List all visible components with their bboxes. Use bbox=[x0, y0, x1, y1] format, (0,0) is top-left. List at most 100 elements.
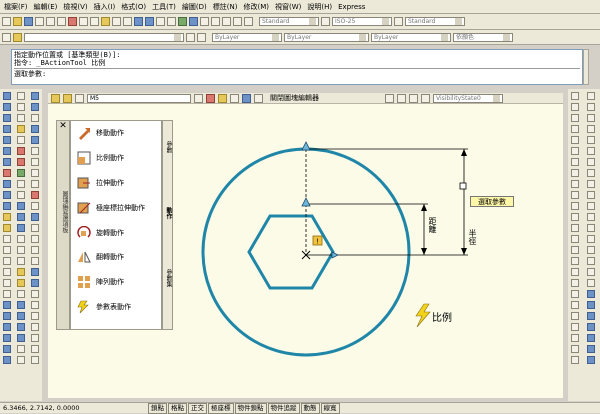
zoom-previous-icon[interactable] bbox=[167, 17, 176, 26]
parameter-grip[interactable] bbox=[301, 197, 311, 207]
extrude-icon[interactable] bbox=[17, 147, 25, 155]
palette-item-flip[interactable]: 翻轉動作 bbox=[71, 245, 161, 270]
torus-icon[interactable] bbox=[3, 356, 11, 364]
paste-icon[interactable] bbox=[90, 17, 99, 26]
sync-attributes-icon[interactable] bbox=[587, 147, 595, 155]
revcloud-icon[interactable] bbox=[3, 169, 11, 177]
view-iso-icon[interactable] bbox=[17, 334, 25, 342]
snap-none-icon[interactable] bbox=[571, 356, 579, 364]
pan-icon[interactable] bbox=[134, 17, 143, 26]
menu-file[interactable]: 檔案(F) bbox=[4, 2, 28, 12]
ordinate-dim-icon[interactable] bbox=[31, 114, 39, 122]
snap-center-icon[interactable] bbox=[571, 312, 579, 320]
mtext-icon[interactable] bbox=[3, 290, 11, 298]
section-icon[interactable] bbox=[17, 180, 25, 188]
block-name-field[interactable]: M5 bbox=[87, 93, 191, 103]
tab-parameters[interactable]: 參數 bbox=[164, 141, 173, 153]
stretch-icon[interactable] bbox=[571, 180, 579, 188]
arc-length-icon[interactable] bbox=[31, 268, 39, 276]
open-icon[interactable] bbox=[13, 17, 22, 26]
extend-icon[interactable] bbox=[571, 202, 579, 210]
sheet-set-icon[interactable] bbox=[211, 17, 220, 26]
snap-insertion-icon[interactable] bbox=[587, 180, 595, 188]
camera-icon[interactable] bbox=[31, 312, 39, 320]
temp-track-icon[interactable] bbox=[587, 235, 595, 243]
close-icon[interactable]: ✕ bbox=[57, 121, 69, 131]
layer-select[interactable] bbox=[24, 32, 184, 42]
setup-drawing-icon[interactable] bbox=[17, 202, 25, 210]
show-icon[interactable] bbox=[409, 93, 418, 103]
face-move-icon[interactable] bbox=[587, 312, 595, 320]
dim-style-select[interactable]: ISO-25 bbox=[332, 17, 392, 26]
wedge-icon[interactable] bbox=[3, 345, 11, 353]
menu-modify[interactable]: 修改(M) bbox=[243, 2, 269, 12]
edit-attribute-icon[interactable] bbox=[587, 136, 595, 144]
palette-item-polar-stretch[interactable]: 極座標拉伸動作 bbox=[71, 195, 161, 220]
linear-dim-icon[interactable] bbox=[31, 92, 39, 100]
region-icon[interactable] bbox=[3, 268, 11, 276]
solid-edit-icon[interactable] bbox=[587, 290, 595, 298]
rotate-icon[interactable] bbox=[571, 158, 579, 166]
authoring-palettes-icon[interactable] bbox=[194, 93, 203, 103]
parameter-grip[interactable] bbox=[301, 141, 311, 151]
circle-icon[interactable] bbox=[3, 158, 11, 166]
update-icon[interactable] bbox=[242, 93, 251, 103]
chamfer-icon[interactable] bbox=[571, 246, 579, 254]
mid-between-icon[interactable] bbox=[587, 257, 595, 265]
menu-tools[interactable]: 工具(T) bbox=[152, 2, 176, 12]
face-delete-icon[interactable] bbox=[587, 334, 595, 342]
arc-icon[interactable] bbox=[3, 147, 11, 155]
menu-express[interactable]: Express bbox=[338, 3, 365, 11]
shade-icon[interactable] bbox=[17, 345, 25, 353]
properties-icon[interactable] bbox=[178, 17, 187, 26]
visibility-state-select[interactable]: VisibilityState0 bbox=[433, 93, 503, 103]
edit-hatch-icon[interactable] bbox=[587, 103, 595, 111]
radius-dim-icon[interactable] bbox=[31, 125, 39, 133]
scale-icon[interactable] bbox=[571, 169, 579, 177]
publish-icon[interactable] bbox=[57, 17, 66, 26]
distance-icon[interactable] bbox=[17, 92, 25, 100]
action-icon[interactable] bbox=[218, 93, 227, 103]
union-icon[interactable] bbox=[17, 235, 25, 243]
menu-view[interactable]: 檢視(V) bbox=[63, 2, 87, 12]
snap-midpoint-icon[interactable] bbox=[571, 290, 579, 298]
snap-nearest-icon[interactable] bbox=[587, 202, 595, 210]
swivel-icon[interactable] bbox=[31, 334, 39, 342]
subtract-icon[interactable] bbox=[17, 246, 25, 254]
parameter-icon[interactable] bbox=[206, 93, 215, 103]
palette-item-move[interactable]: 移動動作 bbox=[71, 121, 161, 146]
diameter-dim-icon[interactable] bbox=[31, 136, 39, 144]
save-block-as-icon[interactable] bbox=[75, 93, 84, 103]
edit-block-icon[interactable] bbox=[51, 93, 60, 103]
layer-previous-icon[interactable] bbox=[197, 32, 206, 42]
box-icon[interactable] bbox=[3, 301, 11, 309]
help-icon[interactable] bbox=[244, 17, 253, 26]
zoom-icon[interactable] bbox=[145, 17, 154, 26]
ellipse-icon[interactable] bbox=[3, 191, 11, 199]
palette-titlebar[interactable]: ✕ 圖塊編寫選項板 bbox=[56, 120, 70, 330]
break-at-point-icon[interactable] bbox=[571, 213, 579, 221]
palette-item-stretch[interactable]: 拉伸動作 bbox=[71, 171, 161, 196]
line-icon[interactable] bbox=[3, 92, 11, 100]
adjust-distance-icon[interactable] bbox=[31, 345, 39, 353]
tolerance-icon[interactable] bbox=[31, 202, 39, 210]
aligned-dim-icon[interactable] bbox=[31, 103, 39, 111]
parameter-grip[interactable] bbox=[331, 251, 339, 259]
lineweight-select[interactable]: ByLayer bbox=[371, 32, 451, 42]
osnap-toggle[interactable]: 物件鎖點 bbox=[234, 402, 267, 414]
cone-icon[interactable] bbox=[3, 334, 11, 342]
area-icon[interactable] bbox=[17, 103, 25, 111]
command-scrollbar[interactable] bbox=[583, 49, 589, 85]
snap-intersection-icon[interactable] bbox=[571, 301, 579, 309]
trim-icon[interactable] bbox=[571, 191, 579, 199]
view-ne-icon[interactable] bbox=[31, 356, 39, 364]
ucs-icon[interactable] bbox=[17, 268, 25, 276]
design-center-icon[interactable] bbox=[189, 17, 198, 26]
hide-icon[interactable] bbox=[397, 93, 406, 103]
jogged-icon[interactable] bbox=[31, 279, 39, 287]
preview-icon[interactable] bbox=[46, 17, 55, 26]
named-ucs-icon[interactable] bbox=[17, 290, 25, 298]
mirror-icon[interactable] bbox=[571, 114, 579, 122]
rectangle-icon[interactable] bbox=[3, 136, 11, 144]
layer-state-icon[interactable] bbox=[13, 32, 22, 42]
